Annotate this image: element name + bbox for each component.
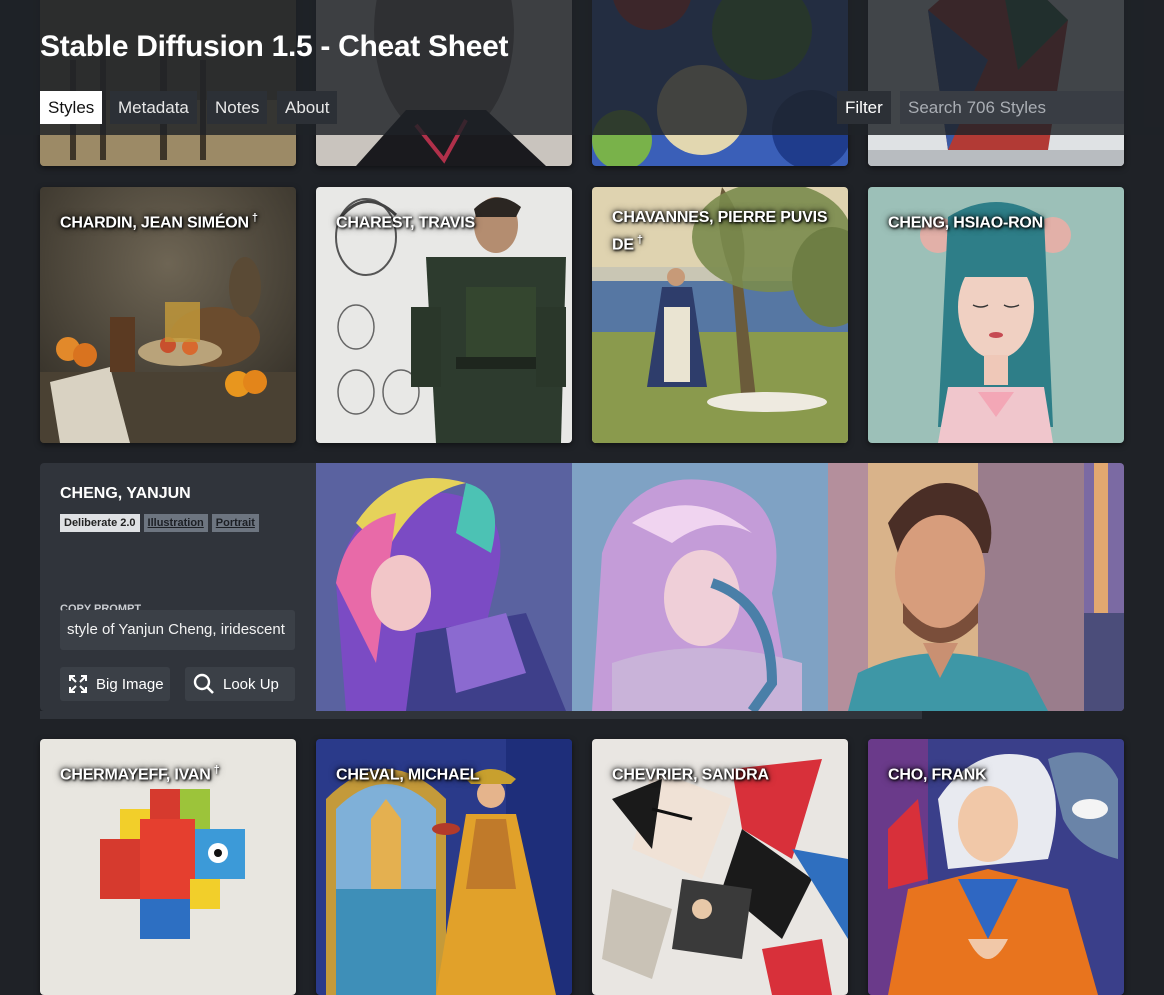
expanded-style-name: CHENG, YANJUN xyxy=(60,485,191,502)
copy-prompt-field[interactable]: style of Yanjun Cheng, iridescent xyxy=(60,610,295,650)
example-image-2[interactable] xyxy=(572,463,828,711)
style-card-cheval[interactable]: CHEVAL, MICHAEL xyxy=(316,739,572,995)
style-card-charest[interactable]: CHAREST, TRAVIS xyxy=(316,187,572,443)
big-image-button[interactable]: Big Image xyxy=(60,667,170,701)
look-up-label: Look Up xyxy=(223,675,279,693)
style-name-text: CHAVANNES, PIERRE PUVIS DE xyxy=(612,209,828,254)
style-name: CHARDIN, JEAN SIMÉON † xyxy=(60,207,280,234)
model-tag: Deliberate 2.0 xyxy=(60,514,140,532)
style-name-text: CHERMAYEFF, IVAN xyxy=(60,766,211,784)
style-name: CHEVRIER, SANDRA xyxy=(612,759,832,786)
tab-about[interactable]: About xyxy=(277,91,338,124)
deceased-mark: † xyxy=(213,764,220,776)
search-input[interactable] xyxy=(900,91,1124,124)
style-card-chermayeff[interactable]: CHERMAYEFF, IVAN † xyxy=(40,739,296,995)
style-name: CHENG, HSIAO-RON xyxy=(888,207,1108,234)
style-name-text: CHENG, HSIAO-RON xyxy=(888,214,1044,232)
style-name: CHO, FRANK xyxy=(888,759,1108,786)
style-name: CHEVAL, MICHAEL xyxy=(336,759,556,786)
filter-label: Filter xyxy=(837,91,891,124)
search-icon xyxy=(193,673,214,694)
tab-notes[interactable]: Notes xyxy=(207,91,268,124)
style-card-chevrier[interactable]: CHEVRIER, SANDRA xyxy=(592,739,848,995)
category-tag-illustration[interactable]: Illustration xyxy=(143,514,208,532)
look-up-button[interactable]: Look Up xyxy=(185,667,295,701)
style-name: CHAREST, TRAVIS xyxy=(336,207,556,234)
example-image-1[interactable] xyxy=(316,463,572,711)
page-title: Stable Diffusion 1.5 - Cheat Sheet xyxy=(40,30,509,63)
style-name: CHERMAYEFF, IVAN † xyxy=(60,759,280,786)
example-image-3[interactable] xyxy=(828,463,1084,711)
tab-metadata[interactable]: Metadata xyxy=(110,91,197,124)
tab-styles[interactable]: Styles xyxy=(40,91,103,124)
style-name-text: CHO, FRANK xyxy=(888,766,987,784)
style-name-text: CHAREST, TRAVIS xyxy=(336,214,475,232)
tag-list: Deliberate 2.0 Illustration Portrait xyxy=(60,514,259,532)
style-name-text: CHARDIN, JEAN SIMÉON xyxy=(60,214,249,232)
expanded-panel-underbar xyxy=(40,711,922,719)
style-card-chavannes[interactable]: CHAVANNES, PIERRE PUVIS DE † xyxy=(592,187,848,443)
style-card-cheng-hsiao-ron[interactable]: CHENG, HSIAO-RON xyxy=(868,187,1124,443)
example-image-4-partial[interactable] xyxy=(1084,463,1124,711)
expand-icon xyxy=(69,675,87,693)
category-tag-portrait[interactable]: Portrait xyxy=(211,514,259,532)
style-card-chardin[interactable]: CHARDIN, JEAN SIMÉON † xyxy=(40,187,296,443)
expanded-style-panel: CHENG, YANJUN Deliberate 2.0 Illustratio… xyxy=(40,463,1124,711)
big-image-label: Big Image xyxy=(96,675,164,693)
style-name: CHAVANNES, PIERRE PUVIS DE † xyxy=(612,207,832,256)
style-name-text: CHEVAL, MICHAEL xyxy=(336,766,480,784)
header-bar: Stable Diffusion 1.5 - Cheat Sheet Style… xyxy=(0,0,1164,135)
style-name-text: CHEVRIER, SANDRA xyxy=(612,766,769,784)
deceased-mark: † xyxy=(251,212,258,224)
deceased-mark: † xyxy=(636,234,643,246)
style-card-cho[interactable]: CHO, FRANK xyxy=(868,739,1124,995)
